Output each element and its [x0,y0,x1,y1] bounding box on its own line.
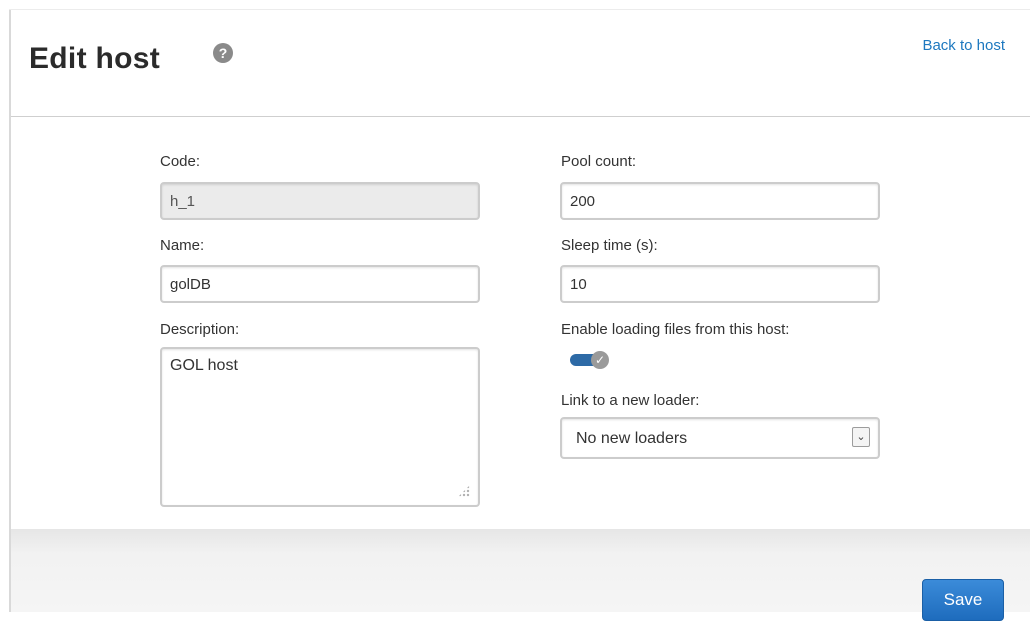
chevron-down-icon[interactable]: ⌄ [852,427,870,447]
sleep-time-label: Sleep time (s): [561,237,658,254]
enable-loading-toggle[interactable]: ✓ [570,351,610,369]
footer-bar [9,529,1030,612]
back-to-host-link[interactable]: Back to host [922,37,1005,54]
check-icon: ✓ [591,351,609,369]
pool-count-input[interactable] [560,182,880,220]
page-title: Edit host [29,42,161,75]
code-input[interactable] [160,182,480,220]
sleep-time-input[interactable] [560,265,880,303]
link-loader-selected-value: No new loaders [576,430,688,447]
link-loader-label: Link to a new loader: [561,392,700,409]
help-icon[interactable]: ? [213,43,233,63]
enable-loading-label: Enable loading files from this host: [561,321,790,338]
code-label: Code: [160,153,201,170]
description-textarea[interactable]: GOL host [160,347,480,507]
header-divider [11,116,1030,117]
top-border [9,9,1030,10]
name-input[interactable] [160,265,480,303]
description-label: Description: [160,321,240,338]
pool-count-label: Pool count: [561,153,637,170]
name-label: Name: [160,237,205,254]
save-button[interactable]: Save [922,579,1004,621]
link-loader-select[interactable]: No new loaders ⌄ [560,417,880,459]
